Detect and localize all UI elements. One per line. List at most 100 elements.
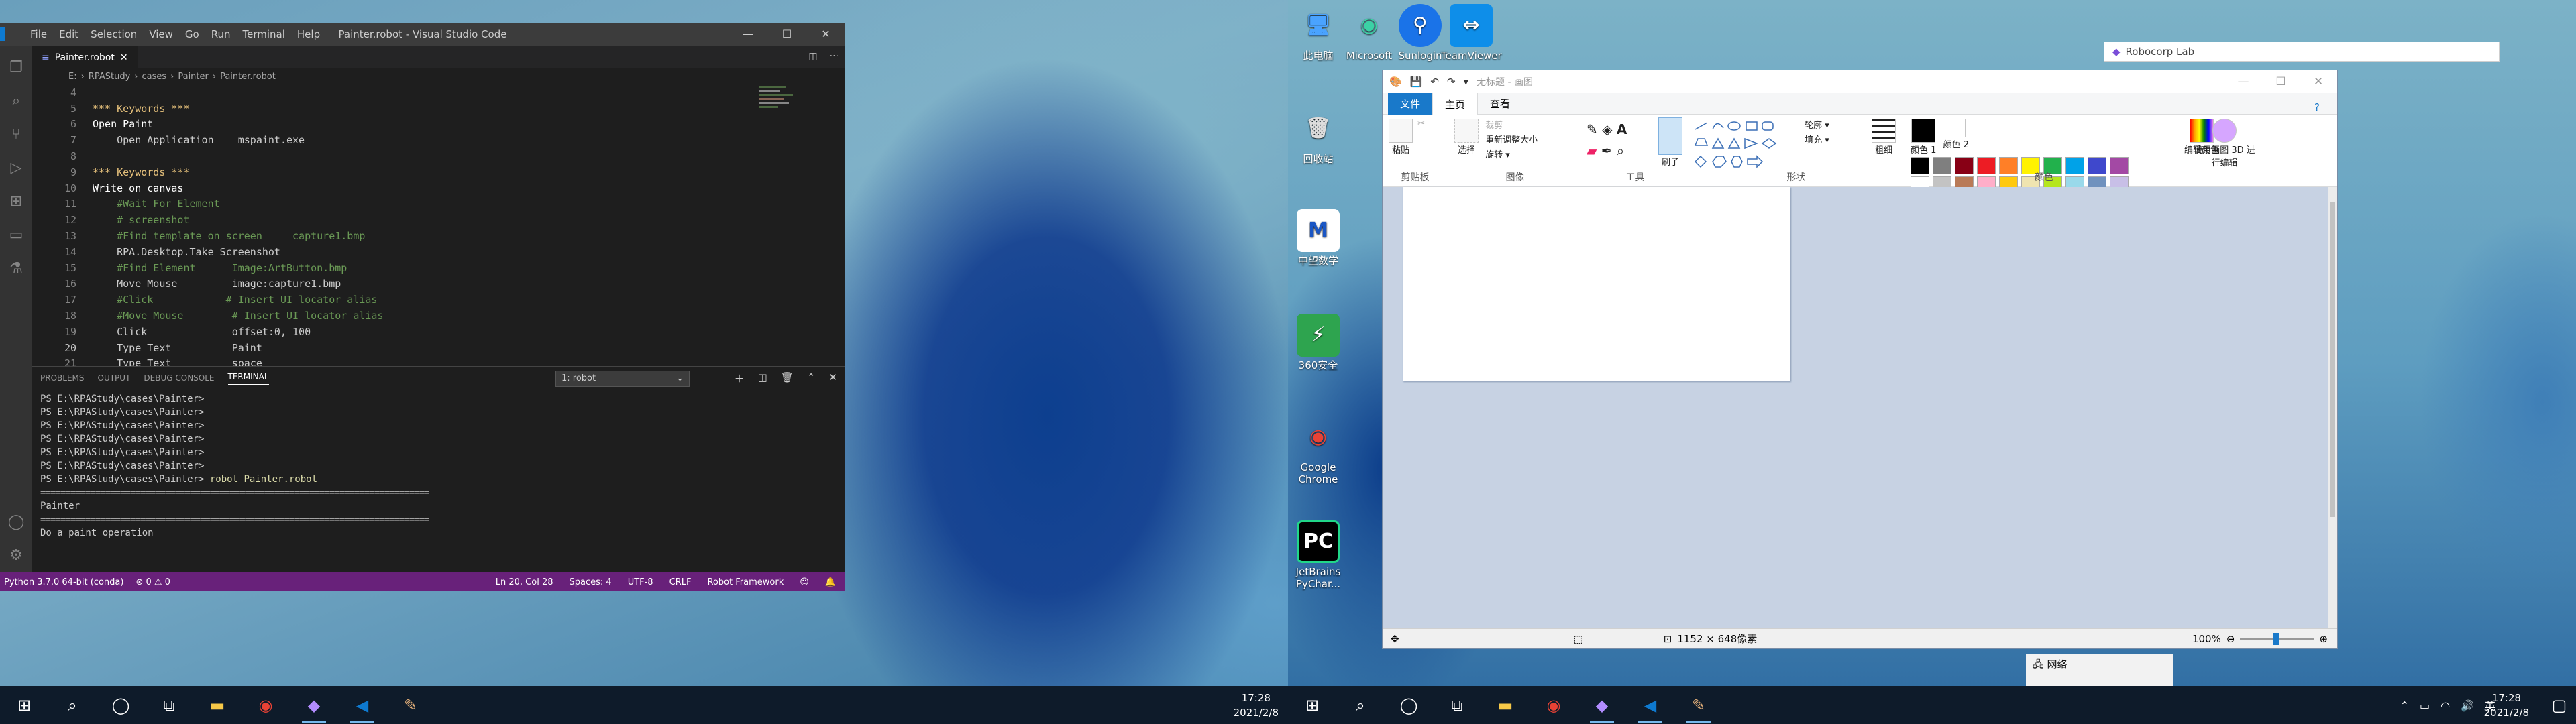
code-line[interactable]: 13 #Find template on screen capture1.bmp [32, 228, 845, 244]
breadcrumb-item[interactable]: cases [142, 72, 166, 82]
maximize-panel-icon[interactable]: ⌃ [807, 371, 816, 385]
search-icon[interactable]: ⌕ [48, 686, 97, 724]
notifications-bell-icon[interactable]: 🔔 [825, 577, 836, 587]
code-line[interactable]: 11 #Wait For Element [32, 196, 845, 213]
desktop-icon-math[interactable]: M 中望数学 [1288, 209, 1348, 267]
run-debug-icon[interactable]: ▷ [6, 158, 26, 178]
zoom-in-button[interactable]: ⊕ [2319, 633, 2328, 645]
breadcrumb-item[interactable]: Painter [178, 72, 209, 82]
zoom-out-button[interactable]: ⊖ [2226, 633, 2235, 645]
fill-icon[interactable]: ◈ [1602, 121, 1612, 137]
menu-edit[interactable]: Edit [53, 28, 85, 40]
code-line[interactable]: 9 *** Keywords *** [32, 164, 845, 180]
maximize-button[interactable]: ☐ [2262, 70, 2300, 93]
testing-icon[interactable]: ⚗ [6, 259, 26, 279]
menu-view[interactable]: View [143, 28, 179, 40]
status-item[interactable]: Spaces: 4 [570, 577, 612, 587]
breadcrumb-item[interactable]: E: [68, 72, 77, 82]
minimap[interactable] [759, 84, 840, 125]
tab-file[interactable]: 文件 [1388, 93, 1433, 115]
color2-button[interactable]: 颜色 2 [1943, 119, 1969, 150]
help-icon[interactable]: ? [2302, 97, 2332, 117]
vscode-taskbar-icon[interactable]: ◀ [1626, 686, 1674, 724]
volume-icon[interactable]: 🔊 [2461, 699, 2474, 712]
customize-quick-access-icon[interactable]: ▾ [1464, 76, 1469, 88]
editor-tab[interactable]: ≡ Painter.robot ✕ [32, 46, 138, 68]
extensions-icon[interactable]: ⊞ [6, 192, 26, 212]
start-windows-icon[interactable]: ⊞ [0, 686, 48, 724]
show-hidden-icons[interactable]: ⌃ [2400, 699, 2409, 712]
menu-run[interactable]: Run [205, 28, 237, 40]
brush-button[interactable]: 刷子 [1658, 117, 1682, 168]
explorer-icon[interactable]: ❐ [6, 58, 26, 78]
new-terminal-icon[interactable]: ＋ [735, 371, 745, 385]
code-line[interactable]: 16 Move Mouse image:capture1.bmp [32, 276, 845, 292]
more-actions-icon[interactable]: ··· [830, 51, 839, 62]
code-line[interactable]: 4 [32, 84, 845, 101]
file-explorer-icon[interactable]: ▬ [1481, 686, 1529, 724]
desktop-icon-pycharm[interactable]: PC JetBrains PyChar... [1288, 520, 1348, 590]
network-tray-icon[interactable]: ◠ [2440, 699, 2450, 712]
start-windows-icon[interactable]: ⊞ [1288, 686, 1336, 724]
notification-icon[interactable]: ▢ [2542, 686, 2576, 724]
problems-count[interactable]: ⊗ 0 ⚠ 0 [136, 577, 170, 587]
close-button[interactable]: ✕ [2300, 70, 2337, 93]
vscode-taskbar-icon[interactable]: ◀ [338, 686, 386, 724]
code-line[interactable]: 5 *** Keywords *** [32, 101, 845, 117]
robocorp-icon[interactable]: ◆ [290, 686, 338, 724]
resize-button[interactable]: 重新调整大小 [1485, 133, 1538, 148]
cut-copy-icon[interactable]: ✂ [1417, 119, 1425, 129]
close-button[interactable]: ✕ [806, 23, 845, 46]
network-flyout[interactable]: 🖧 网络 [2026, 654, 2174, 686]
code-line[interactable]: 18 #Move Mouse # Insert UI locator alias [32, 308, 845, 324]
outline-button[interactable]: 轮廓 ▾ [1805, 119, 1829, 133]
code-line[interactable]: 7 Open Application mspaint.exe [32, 132, 845, 148]
menu-terminal[interactable]: Terminal [237, 28, 291, 40]
task-view-icon[interactable]: ⧉ [145, 686, 193, 724]
panel-tab-debug-console[interactable]: DEBUG CONSOLE [144, 373, 214, 383]
minimize-button[interactable]: — [729, 23, 767, 46]
clock[interactable]: 17:28 2021/2/8 [1234, 690, 1279, 720]
shapes-gallery[interactable] [1693, 119, 1800, 170]
breadcrumb-item[interactable]: RPAStudy [89, 72, 130, 82]
code-line[interactable]: 19 Click offset:0, 100 [32, 324, 845, 340]
color1-button[interactable]: 颜色 1 [1911, 119, 1936, 156]
split-terminal-icon[interactable]: ◫ [758, 371, 767, 385]
status-item[interactable]: CRLF [669, 577, 692, 587]
code-editor[interactable]: 4 5 *** Keywords *** 6 Open Paint 7 Open Appl… [32, 84, 845, 366]
panel-tab-terminal[interactable]: TERMINAL [227, 372, 269, 385]
robocorp-window[interactable]: ◆ Robocorp Lab [2104, 42, 2500, 62]
magnifier-icon[interactable]: ⌕ [1617, 143, 1624, 159]
paste-button[interactable]: 粘贴 [1389, 119, 1413, 156]
breadcrumb-item[interactable]: Painter.robot [220, 72, 276, 82]
desktop-icon-chrome[interactable]: ◉ Google Chrome [1288, 416, 1348, 486]
code-line[interactable]: 21 Type Text space [32, 356, 845, 366]
kill-terminal-icon[interactable]: 🗑 [781, 371, 794, 385]
tab-view[interactable]: 查看 [1478, 93, 1522, 115]
menu-help[interactable]: Help [291, 28, 326, 40]
close-tab-icon[interactable]: ✕ [120, 52, 128, 63]
paint3d-button[interactable]: 使用画图 3D 进行编辑 [2190, 119, 2259, 168]
terminal-select[interactable]: 1: robot ⌄ [555, 371, 690, 387]
python-interpreter[interactable]: Python 3.7.0 64-bit (conda) [4, 577, 123, 587]
menu-file[interactable]: File [24, 28, 53, 40]
save-icon[interactable]: 💾 [1410, 76, 1423, 88]
code-line[interactable]: 17 #Click # Insert UI locator alias [32, 292, 845, 308]
status-item[interactable]: Robot Framework [707, 577, 784, 587]
battery-icon[interactable]: ▭ [2420, 699, 2430, 712]
code-line[interactable]: 15 #Find Element Image:ArtButton.bmp [32, 260, 845, 276]
size-button[interactable]: 粗细 [1872, 119, 1896, 156]
eraser-icon[interactable]: ▰ [1587, 143, 1597, 159]
desktop-icon-recycle-bin[interactable]: 🗑 回收站 [1288, 107, 1348, 166]
robocorp-icon[interactable]: ◆ [1578, 686, 1626, 724]
paint-taskbar-icon[interactable]: ✎ [386, 686, 435, 724]
scrollbar-thumb[interactable] [2330, 202, 2335, 517]
search-icon[interactable]: ⌕ [1336, 686, 1385, 724]
status-item[interactable]: UTF-8 [628, 577, 653, 587]
code-line[interactable]: 8 [32, 148, 845, 164]
status-item[interactable]: Ln 20, Col 28 [496, 577, 553, 587]
undo-icon[interactable]: ↶ [1430, 76, 1439, 88]
account-icon[interactable]: ◯ [6, 512, 26, 532]
close-panel-icon[interactable]: ✕ [828, 371, 837, 385]
zoom-slider[interactable] [2240, 632, 2314, 645]
